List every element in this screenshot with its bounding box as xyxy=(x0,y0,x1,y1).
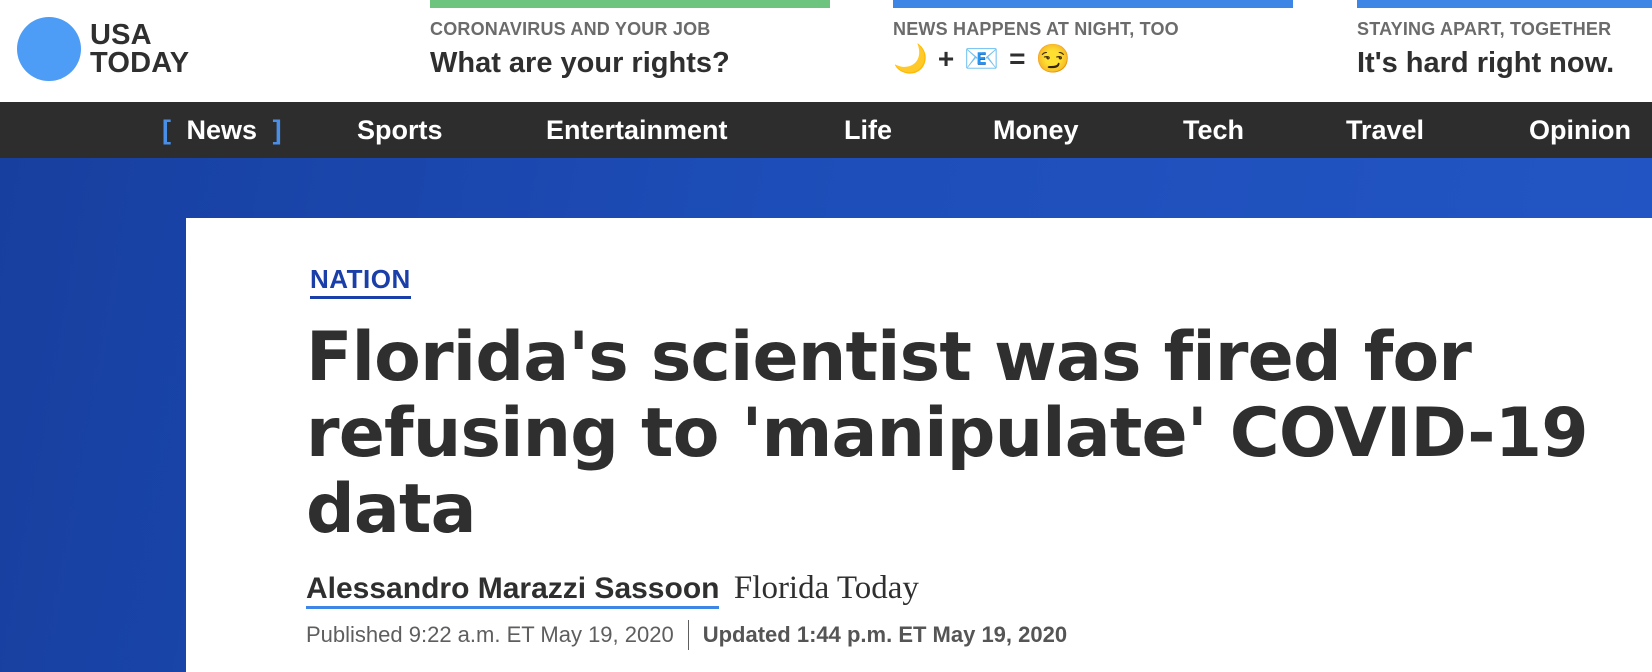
logo-line-1: USA xyxy=(90,19,152,51)
nav-item-sports[interactable]: Sports xyxy=(357,102,443,158)
article-headline: Florida's scientist was fired for refusi… xyxy=(306,318,1589,549)
byline: Alessandro Marazzi Sassoon Florida Today xyxy=(306,570,919,609)
promo-emoji-equation: 🌙 + 📧 = 😏 xyxy=(893,42,1070,75)
date-divider xyxy=(687,620,689,650)
article-dates: Published 9:22 a.m. ET May 19, 2020 Upda… xyxy=(306,620,1067,650)
email-icon: 📧 xyxy=(964,43,1000,74)
nav-item-life[interactable]: Life xyxy=(844,102,892,158)
promo-kicker: NEWS HAPPENS AT NIGHT, TOO xyxy=(893,19,1179,39)
article-header-card: NATION Florida's scientist was fired for… xyxy=(186,218,1652,672)
promo-staying-apart[interactable]: STAYING APART, TOGETHER It's hard right … xyxy=(1357,0,1652,98)
promo-kicker: CORONAVIRUS AND YOUR JOB xyxy=(430,19,711,39)
source-name: Florida Today xyxy=(733,570,919,606)
promo-news-at-night[interactable]: NEWS HAPPENS AT NIGHT, TOO 🌙 + 📧 = 😏 xyxy=(893,0,1293,98)
top-header: USA TODAY CORONAVIRUS AND YOUR JOB What … xyxy=(0,0,1652,102)
promo-accent-bar xyxy=(1357,0,1652,8)
nav-item-money[interactable]: Money xyxy=(993,102,1079,158)
moon-icon: 🌙 xyxy=(893,43,928,74)
promo-headline: What are your rights? xyxy=(430,47,730,79)
promo-headline: It's hard right now. xyxy=(1357,47,1615,79)
nav-item-label: News xyxy=(186,115,258,145)
nav-item-opinion[interactable]: Opinion xyxy=(1529,102,1631,158)
promo-accent-bar xyxy=(893,0,1293,8)
smirk-face-icon: 😏 xyxy=(1035,43,1071,74)
logo-dot-icon xyxy=(17,17,81,81)
nav-item-news[interactable]: [ News ] xyxy=(162,102,282,158)
updated-date: Updated 1:44 p.m. ET May 19, 2020 xyxy=(702,622,1068,647)
nav-item-entertainment[interactable]: Entertainment xyxy=(546,102,728,158)
logo-line-2: TODAY xyxy=(90,47,190,79)
logo-wordmark: USA TODAY xyxy=(90,19,190,79)
usa-today-logo[interactable]: USA TODAY xyxy=(17,17,207,85)
nav-item-tech[interactable]: Tech xyxy=(1183,102,1244,158)
nav-item-travel[interactable]: Travel xyxy=(1346,102,1424,158)
active-bracket-open: [ xyxy=(162,115,171,145)
plus-sign: + xyxy=(937,42,955,74)
page: USA TODAY CORONAVIRUS AND YOUR JOB What … xyxy=(0,0,1652,672)
equals-sign: = xyxy=(1009,42,1026,74)
promo-accent-bar xyxy=(430,0,830,8)
promo-kicker: STAYING APART, TOGETHER xyxy=(1357,19,1612,39)
category-link[interactable]: NATION xyxy=(310,264,411,299)
active-bracket-close: ] xyxy=(272,115,282,145)
main-nav: [ News ] Sports Entertainment Life Money… xyxy=(0,102,1652,158)
published-date: Published 9:22 a.m. ET May 19, 2020 xyxy=(306,622,674,647)
promo-coronavirus-job[interactable]: CORONAVIRUS AND YOUR JOB What are your r… xyxy=(430,0,830,98)
author-link[interactable]: Alessandro Marazzi Sassoon xyxy=(306,572,720,609)
